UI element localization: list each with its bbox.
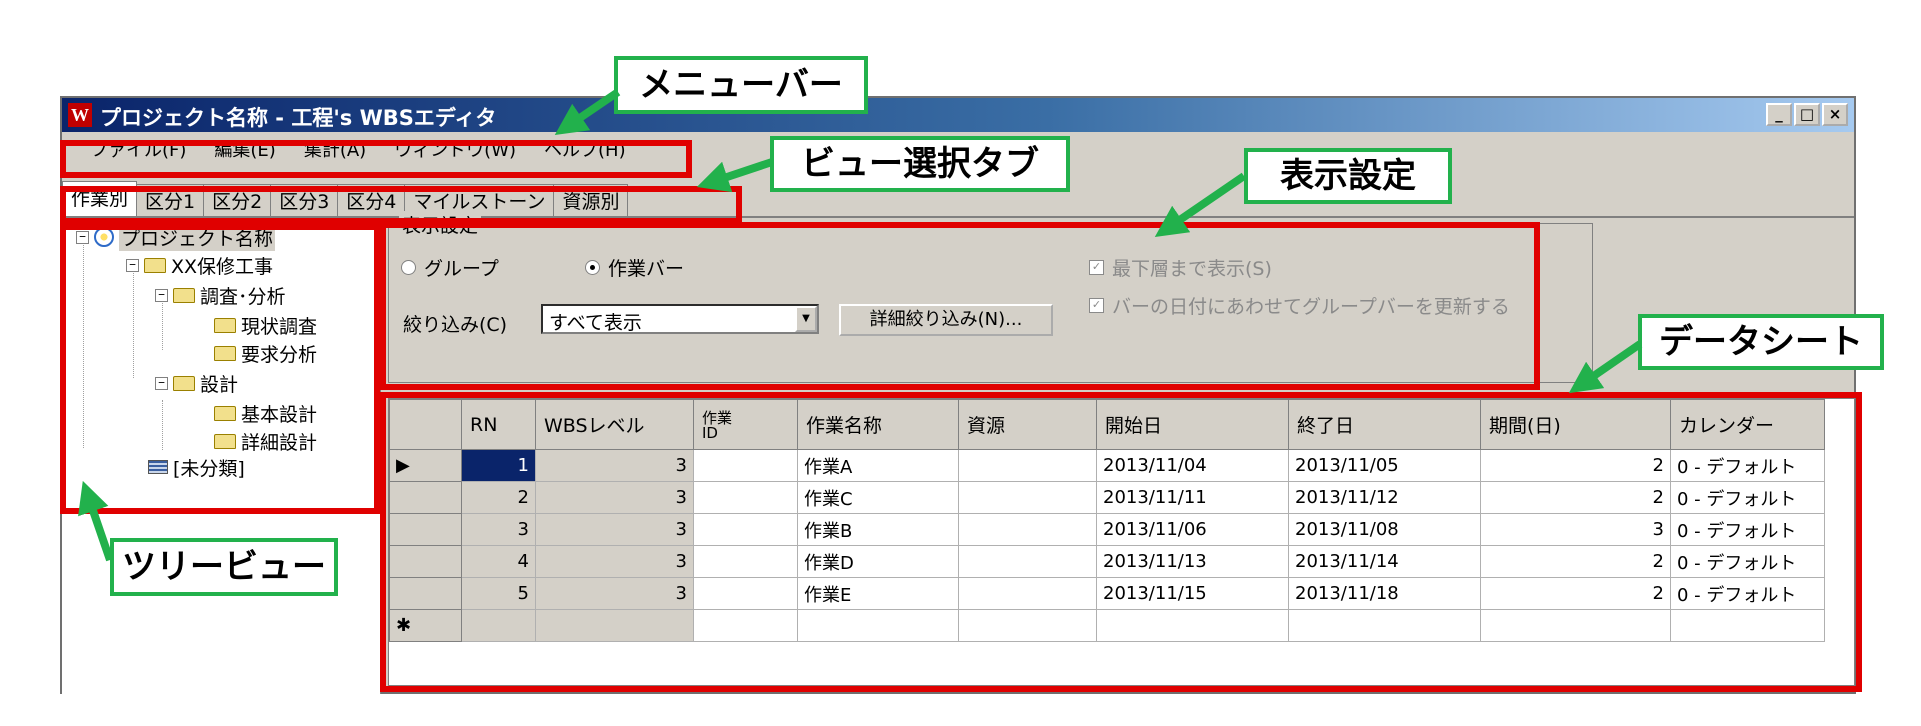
arrow-menubar <box>554 88 621 135</box>
arrow-datasheet <box>1568 340 1643 394</box>
arrow-view-tabs <box>696 158 774 193</box>
arrow-treeview <box>78 480 114 562</box>
annotation-arrows <box>78 88 1643 562</box>
arrow-display-settings <box>1154 172 1247 238</box>
